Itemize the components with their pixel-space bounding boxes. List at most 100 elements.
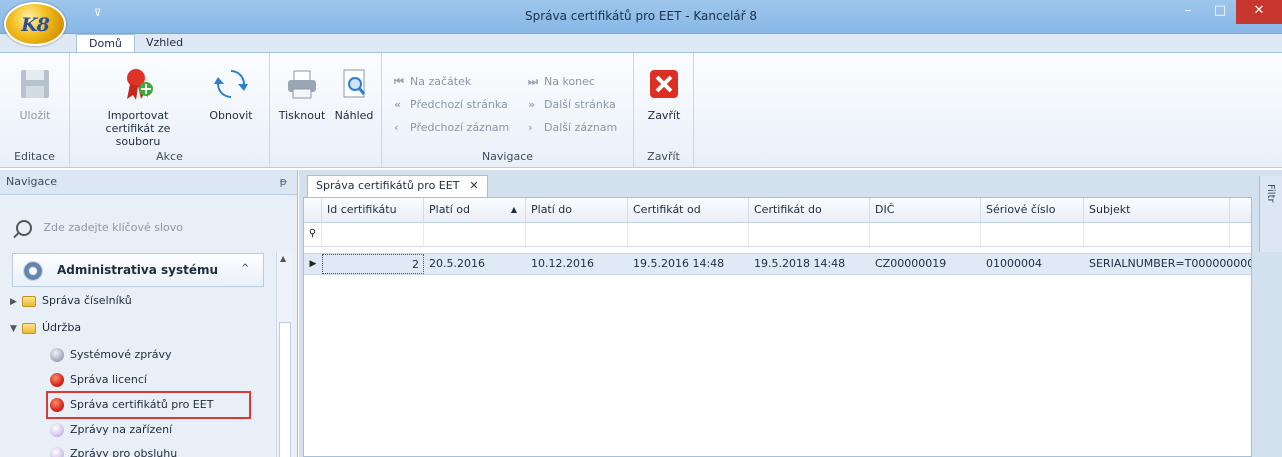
filter-cell[interactable] [749,223,870,247]
filter-side-panel[interactable]: Filtr [1259,176,1282,252]
nav-scrollbar[interactable]: ▲ [276,252,292,457]
filter-row[interactable]: ⚲ [304,223,1251,247]
refresh-label: Obnovit [209,109,253,122]
maximize-button[interactable]: □ [1204,0,1236,24]
filter-cell[interactable] [322,223,424,247]
filter-cell[interactable] [981,223,1084,247]
nav-last-button[interactable]: ⏭ Na konec [528,73,595,91]
cell-plati-do[interactable]: 10.12.2016 [526,254,628,274]
ribbon-group-print: Tisknout Náhled [270,53,382,167]
column-header-seriove-cislo[interactable]: Sériové číslo [981,198,1084,223]
filter-cell[interactable] [424,223,526,247]
column-header-dic[interactable]: DIČ [870,198,981,223]
filter-cell[interactable] [870,223,981,247]
tree-item-label: Správa licencí [70,373,147,386]
row-indicator-header [304,198,322,223]
expand-icon[interactable]: ▶ [10,291,22,313]
cell-certifikat-od[interactable]: 19.5.2016 14:48 [628,254,749,274]
preview-icon [343,69,366,98]
prev-page-icon: « [394,98,402,111]
collapse-icon[interactable]: ▼ [10,318,22,340]
navigation-header: Navigace ᵽ [0,170,297,195]
filter-cell[interactable] [1084,223,1230,247]
search-input[interactable]: Zde zadejte klíčové slovo [16,216,266,240]
close-window-button[interactable]: ✕ [1236,0,1282,24]
column-header-certifikat-do[interactable]: Certifikát do [749,198,870,223]
folder-icon [22,295,36,307]
search-icon [16,220,32,236]
license-ribbon-icon [50,373,64,387]
chevron-up-icon[interactable]: ^ [241,263,249,274]
tree-item-zpravy-pro-obsluhu[interactable]: Zprávy pro obsluhu [50,443,177,457]
preview-button[interactable]: Náhled [330,67,378,122]
search-placeholder: Zde zadejte klíčové slovo [43,221,183,234]
column-header-id[interactable]: Id certifikátu [322,198,424,223]
close-document-button[interactable]: Zavřít [642,67,686,122]
tree-item-sprava-ciselniku[interactable]: ▶ Správa číselníků [10,290,132,312]
column-header-certifikat-od[interactable]: Certifikát od [628,198,749,223]
import-certificate-button[interactable]: Importovat certifikát ze souboru [84,67,192,148]
column-header-plati-do[interactable]: Platí do [526,198,628,223]
refresh-icon [214,70,248,98]
filter-cell[interactable] [628,223,749,247]
next-page-icon: » [528,98,536,111]
print-label: Tisknout [278,109,326,122]
nav-next-record-label: Další záznam [544,121,618,134]
navigation-title: Navigace [6,175,58,188]
tree-item-label: Údržba [42,321,82,334]
table-row[interactable]: ▶ 2 20.5.2016 10.12.2016 19.5.2016 14:48… [304,253,1251,275]
tree-item-zpravy-na-zarizeni[interactable]: Zprávy na zařízení [50,419,172,441]
scroll-up-icon[interactable]: ▲ [280,254,286,263]
last-icon: ⏭ [528,75,538,88]
filter-icon: ⚲ [304,223,322,247]
scroll-thumb[interactable] [279,322,291,457]
minimize-button[interactable]: – [1172,0,1204,24]
filter-side-label: Filtr [1265,184,1276,203]
column-header-plati-od[interactable]: Platí od ▲ [424,198,526,223]
cell-seriove-cislo[interactable]: 01000004 [981,254,1084,274]
device-messages-icon [50,423,64,437]
app-logo[interactable]: K8 [4,2,66,46]
import-label: Importovat certifikát ze souboru [105,109,171,148]
cell-subjekt[interactable]: SERIALNUMBER=T000000000 [1084,254,1251,274]
nav-next-page-button[interactable]: » Další stránka [528,96,616,114]
close-tab-icon[interactable]: ✕ [469,179,478,192]
tree-item-label: Systémové zprávy [70,348,172,361]
tab-vzhled[interactable]: Vzhled [134,34,195,52]
print-button[interactable]: Tisknout [276,67,328,122]
document-tab[interactable]: Správa certifikátů pro EET ✕ [307,175,488,197]
tree-item-label: Zprávy na zařízení [70,423,173,436]
pin-icon[interactable]: ᵽ [280,170,287,194]
column-header-label: Platí od [429,203,471,216]
nav-first-button[interactable]: ⏮ Na začátek [394,73,471,91]
window-title: Správa certifikátů pro EET - Kancelář 8 [524,9,758,23]
group-administrativa[interactable]: Administrativa systému ^ [12,253,264,287]
save-button[interactable]: Uložit [12,67,58,122]
refresh-button[interactable]: Obnovit [202,67,260,122]
cell-certifikat-do[interactable]: 19.5.2018 14:48 [749,254,870,274]
cell-plati-od[interactable]: 20.5.2016 [424,254,526,274]
next-record-icon: › [528,121,533,134]
filter-cell[interactable] [526,223,628,247]
cell-dic[interactable]: CZ00000019 [870,254,981,274]
group-label-akce: Akce [156,150,183,163]
tree-item-sprava-licenci[interactable]: Správa licencí [50,369,147,391]
certificate-add-icon [127,69,153,100]
close-label: Zavřít [647,109,681,122]
cell-id[interactable]: 2 [322,254,424,274]
nav-next-page-label: Další stránka [544,98,616,111]
close-red-x-icon [650,70,678,98]
nav-next-record-button[interactable]: › Další záznam [528,119,617,137]
ribbon-tab-row: Domů Vzhled [0,34,1282,52]
column-header-subjekt[interactable]: Subjekt [1084,198,1230,223]
nav-prev-record-button[interactable]: ‹ Předchozí záznam [394,119,509,137]
logo-text: K8 [21,14,50,36]
tree-item-label: Správa číselníků [42,294,132,307]
tab-domu[interactable]: Domů [76,34,135,52]
tree-item-systemove-zpravy[interactable]: Systémové zprávy [50,344,172,366]
nav-prev-record-label: Předchozí záznam [410,121,510,134]
tree-item-label: Zprávy pro obsluhu [70,447,178,457]
tree-item-udrzba[interactable]: ▼ Údržba [10,317,81,339]
nav-prev-page-button[interactable]: « Předchozí stránka [394,96,508,114]
selection-highlight [46,391,251,419]
